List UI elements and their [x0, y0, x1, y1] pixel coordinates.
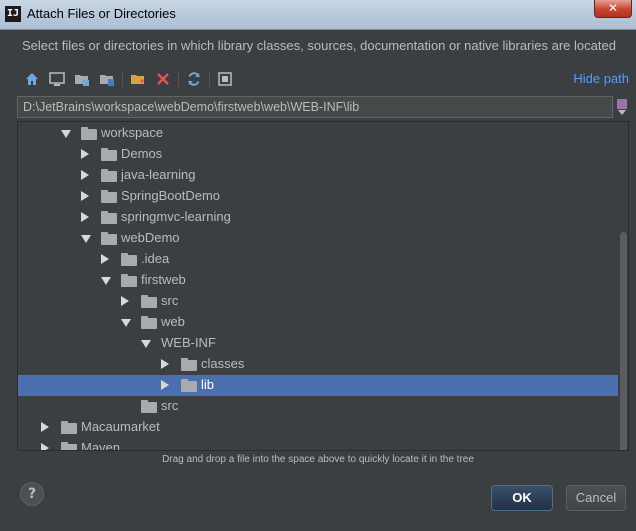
folder-icon [141, 316, 157, 329]
tree-row[interactable]: WEB-INF [18, 333, 618, 354]
tree-row[interactable]: Maven [18, 438, 618, 451]
collapse-arrow-icon[interactable] [161, 359, 169, 369]
help-button[interactable]: ? [20, 482, 44, 506]
new-folder-icon[interactable] [128, 69, 148, 89]
tree-row[interactable]: classes [18, 354, 618, 375]
file-chooser-toolbar [22, 69, 240, 89]
tree-row[interactable]: .idea [18, 249, 618, 270]
tree-row[interactable]: Macaumarket [18, 417, 618, 438]
folder-icon [101, 169, 117, 182]
tree-row[interactable]: src [18, 291, 618, 312]
expand-arrow-icon[interactable] [61, 130, 71, 138]
tree-row-label: Maven [81, 440, 121, 451]
tree-row-label: Demos [121, 146, 163, 161]
tree-row-label: src [161, 293, 179, 308]
folder-icon [181, 379, 197, 392]
tree-row[interactable]: webDemo [18, 228, 618, 249]
collapse-arrow-icon[interactable] [121, 296, 129, 306]
cancel-button[interactable]: Cancel [566, 485, 626, 511]
expand-arrow-icon[interactable] [141, 340, 151, 348]
folder-icon [61, 421, 77, 434]
folder-icon [141, 295, 157, 308]
tree-row-label: SpringBootDemo [121, 188, 220, 203]
collapse-arrow-icon[interactable] [161, 380, 169, 390]
tree-row[interactable]: java-learning [18, 165, 618, 186]
collapse-arrow-icon[interactable] [101, 254, 109, 264]
home-icon[interactable] [22, 69, 42, 89]
tree-row[interactable]: workspace [18, 123, 618, 144]
file-tree[interactable]: workspace Demos java-learning SpringBootDem… [17, 121, 629, 451]
tree-row[interactable]: Demos [18, 144, 618, 165]
tree-row-label: firstweb [141, 272, 186, 287]
collapse-arrow-icon[interactable] [81, 212, 89, 222]
tree-row[interactable]: springmvc-learning [18, 207, 618, 228]
expand-arrow-icon[interactable] [81, 235, 91, 243]
folder-icon [101, 190, 117, 203]
tree-scrollbar[interactable] [620, 232, 627, 450]
path-input[interactable]: D:\JetBrains\workspace\webDemo\firstweb\… [17, 96, 613, 118]
tree-row-label: Macaumarket [81, 419, 160, 434]
expand-arrow-icon[interactable] [101, 277, 111, 285]
module-folder-icon[interactable] [97, 69, 117, 89]
tree-row-label: workspace [101, 125, 164, 140]
tree-row[interactable]: src [18, 396, 618, 417]
desktop-icon[interactable] [47, 69, 67, 89]
folder-icon [141, 400, 157, 413]
folder-icon [121, 274, 137, 287]
folder-icon [81, 127, 97, 140]
collapse-arrow-icon[interactable] [81, 191, 89, 201]
window-title: Attach Files or Directories [27, 6, 176, 21]
intellij-app-icon: IJ [5, 6, 21, 22]
tree-row-label: webDemo [121, 230, 180, 245]
collapse-arrow-icon[interactable] [41, 443, 49, 450]
folder-icon [121, 253, 137, 266]
window-titlebar: IJ Attach Files or Directories ✕ [0, 0, 636, 30]
tree-row-label: web [161, 314, 185, 329]
hide-path-link[interactable]: Hide path [573, 71, 629, 86]
tree-row-label: .idea [141, 251, 170, 266]
tree-row-label: java-learning [121, 167, 196, 182]
tree-row-selected[interactable]: lib [18, 375, 618, 396]
folder-icon [101, 148, 117, 161]
toolbar-separator [122, 71, 123, 87]
collapse-arrow-icon[interactable] [81, 149, 89, 159]
tree-row[interactable]: SpringBootDemo [18, 186, 618, 207]
folder-icon [101, 232, 117, 245]
folder-icon [101, 211, 117, 224]
tree-row[interactable]: web [18, 312, 618, 333]
collapse-arrow-icon[interactable] [41, 422, 49, 432]
tree-row[interactable]: firstweb [18, 270, 618, 291]
drag-drop-hint: Drag and drop a file into the space abov… [162, 454, 474, 465]
delete-icon[interactable] [153, 69, 173, 89]
collapse-arrow-icon[interactable] [81, 170, 89, 180]
path-history-icon[interactable] [615, 98, 629, 116]
expand-arrow-icon[interactable] [121, 319, 131, 327]
project-folder-icon[interactable] [72, 69, 92, 89]
tree-row-label: src [161, 398, 179, 413]
toolbar-separator [209, 71, 210, 87]
tree-row-label: lib [201, 377, 215, 392]
folder-icon [61, 442, 77, 450]
window-close-button[interactable]: ✕ [594, 0, 632, 18]
toolbar-separator [178, 71, 179, 87]
show-hidden-icon[interactable] [215, 69, 235, 89]
refresh-icon[interactable] [184, 69, 204, 89]
ok-button[interactable]: OK [491, 485, 553, 511]
dialog-description: Select files or directories in which lib… [22, 38, 616, 53]
folder-icon [181, 358, 197, 371]
tree-row-label: springmvc-learning [121, 209, 231, 224]
tree-row-label: classes [201, 356, 245, 371]
tree-row-label: WEB-INF [161, 335, 216, 350]
